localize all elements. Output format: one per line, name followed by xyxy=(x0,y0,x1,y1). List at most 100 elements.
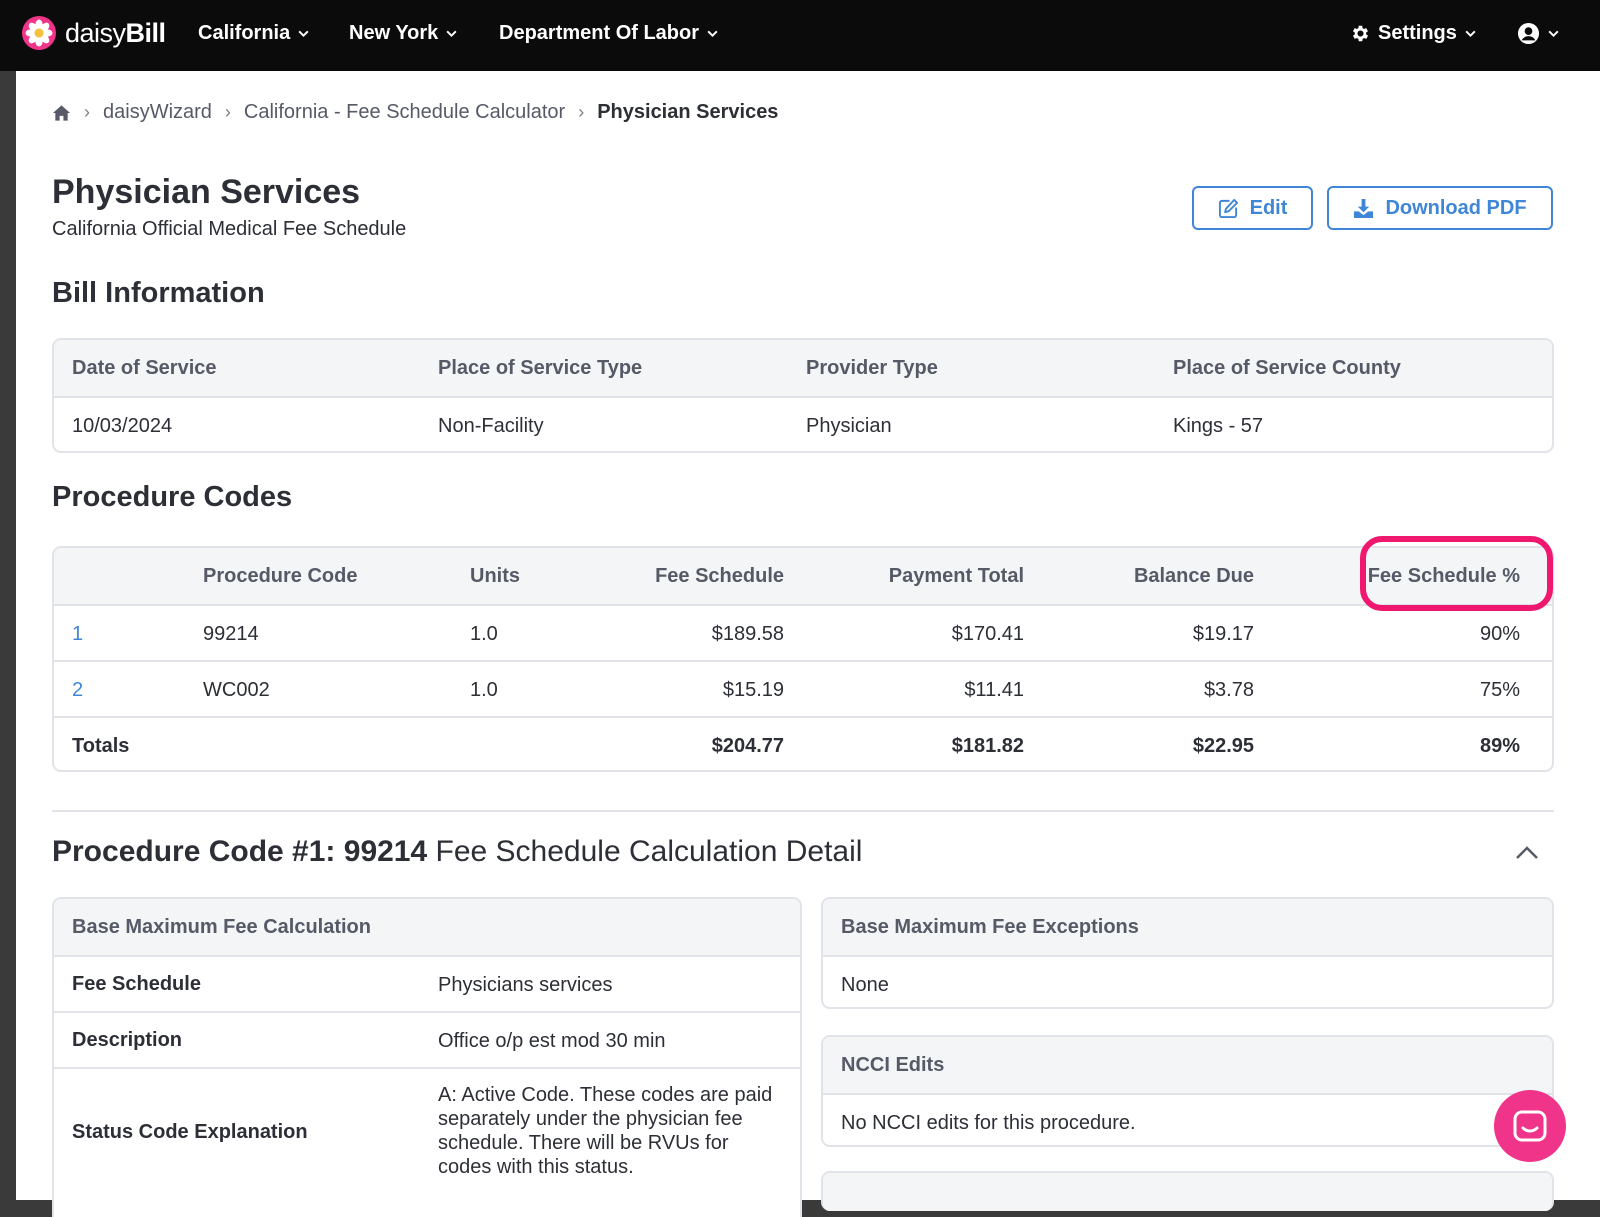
kv-value: Office o/p est mod 30 min xyxy=(438,1030,666,1052)
col-provider-type: Provider Type xyxy=(806,357,938,379)
date-of-service-value: 10/03/2024 xyxy=(72,415,173,437)
units-value: 1.0 xyxy=(470,623,498,645)
fee-schedule-percent-value: 75% xyxy=(1479,679,1520,701)
total-balance-due: $22.95 xyxy=(1192,735,1254,757)
col-fee-schedule: Fee Schedule xyxy=(655,565,784,587)
top-navbar: daisyBill California New York Department… xyxy=(0,0,1600,71)
card-body: None xyxy=(823,955,1552,1007)
download-icon xyxy=(1354,198,1374,218)
chevron-down-icon xyxy=(1465,30,1476,38)
home-icon[interactable] xyxy=(52,104,71,122)
balance-due-value: $3.78 xyxy=(1203,679,1254,701)
procedure-codes-table: Procedure Code Units Fee Schedule Paymen… xyxy=(52,546,1554,772)
breadcrumb-current: Physician Services xyxy=(597,101,779,123)
highlight-ring xyxy=(1360,536,1553,611)
place-of-service-county-value: Kings - 57 xyxy=(1173,415,1264,437)
user-menu[interactable] xyxy=(1517,22,1560,45)
ncci-value: No NCCI edits for this procedure. xyxy=(841,1112,1136,1134)
total-payment: $181.82 xyxy=(951,735,1024,757)
card-header: Base Maximum Fee Exceptions xyxy=(823,899,1552,955)
page-title: Physician Services xyxy=(52,173,361,211)
page-subtitle: California Official Medical Fee Schedule xyxy=(52,218,407,240)
card-title: NCCI Edits xyxy=(841,1054,945,1076)
settings-menu[interactable]: Settings xyxy=(1350,22,1477,45)
col-procedure-code: Procedure Code xyxy=(203,565,358,587)
calculation-detail-title: Procedure Code #1: 99214 Fee Schedule Ca… xyxy=(52,835,863,868)
user-circle-icon xyxy=(1517,22,1540,45)
section-divider xyxy=(52,810,1554,812)
nav-new-york-label: New York xyxy=(349,22,439,44)
base-max-fee-exceptions-card: Base Maximum Fee Exceptions None xyxy=(821,897,1554,1009)
table-header-row: Date of Service Place of Service Type Pr… xyxy=(54,340,1552,396)
fee-schedule-percent-value: 90% xyxy=(1479,623,1520,645)
bill-information-title: Bill Information xyxy=(52,277,265,309)
logo-text: daisyBill xyxy=(65,17,166,48)
breadcrumb-daisywizard[interactable]: daisyWizard xyxy=(103,101,212,124)
kv-key: Status Code Explanation xyxy=(72,1121,308,1143)
col-balance-due: Balance Due xyxy=(1133,565,1254,587)
kv-row: Fee Schedule Physicians services xyxy=(54,955,800,1011)
total-fee-schedule-percent: 89% xyxy=(1479,735,1520,757)
logo[interactable]: daisyBill xyxy=(22,16,166,50)
totals-label: Totals xyxy=(72,735,130,757)
settings-label: Settings xyxy=(1378,22,1457,44)
kv-key: Fee Schedule xyxy=(72,973,201,995)
chevron-right-icon: › xyxy=(578,102,585,122)
card-header: Base Maximum Fee Calculation xyxy=(54,899,800,955)
col-payment-total: Payment Total xyxy=(888,565,1024,587)
exceptions-value: None xyxy=(841,974,889,996)
units-value: 1.0 xyxy=(470,679,498,701)
chevron-up-icon[interactable] xyxy=(1514,843,1540,863)
card-header: NCCI Edits xyxy=(823,1037,1552,1093)
nav-california[interactable]: California xyxy=(198,22,310,45)
chevron-down-icon xyxy=(446,30,457,38)
payment-total-value: $11.41 xyxy=(964,679,1024,701)
col-units: Units xyxy=(470,565,520,587)
card-header xyxy=(823,1173,1552,1211)
chat-icon xyxy=(1513,1110,1547,1142)
nav-department-of-labor[interactable]: Department Of Labor xyxy=(499,22,719,45)
nav-department-of-labor-label: Department Of Labor xyxy=(499,22,700,44)
breadcrumb-fee-schedule-calculator[interactable]: California - Fee Schedule Calculator xyxy=(244,101,565,124)
nav-california-label: California xyxy=(198,22,291,44)
table-row: 10/03/2024 Non-Facility Physician Kings … xyxy=(54,396,1552,451)
provider-type-value: Physician xyxy=(806,415,892,437)
card-body: No NCCI edits for this procedure. xyxy=(823,1093,1552,1145)
chevron-down-icon xyxy=(707,30,718,38)
next-card xyxy=(821,1171,1554,1211)
balance-due-value: $19.17 xyxy=(1192,623,1254,645)
kv-row: Status Code Explanation A: Active Code. … xyxy=(54,1067,800,1217)
table-row: 1 99214 1.0 $189.58 $170.41 $19.17 90% xyxy=(54,604,1552,660)
chevron-down-icon xyxy=(1548,30,1559,38)
procedure-code-value: WC002 xyxy=(203,679,270,701)
daisy-logo-icon xyxy=(22,16,56,50)
chevron-right-icon: › xyxy=(84,102,90,122)
col-place-of-service-county: Place of Service County xyxy=(1173,357,1401,379)
fee-schedule-value: $189.58 xyxy=(711,623,784,645)
procedure-link-2[interactable]: 2 xyxy=(72,662,83,718)
edit-icon xyxy=(1218,198,1238,218)
chat-launcher-button[interactable] xyxy=(1494,1090,1566,1162)
totals-row: Totals $204.77 $181.82 $22.95 89% xyxy=(54,716,1552,770)
fee-schedule-value: $15.19 xyxy=(722,679,784,701)
chevron-down-icon xyxy=(298,30,309,38)
breadcrumb: › daisyWizard › California - Fee Schedul… xyxy=(52,101,778,124)
kv-key: Description xyxy=(72,1029,183,1051)
gear-icon xyxy=(1352,25,1369,42)
edit-button-label: Edit xyxy=(1249,196,1288,219)
total-fee-schedule: $204.77 xyxy=(711,735,784,757)
download-pdf-label: Download PDF xyxy=(1385,196,1527,219)
edit-button[interactable]: Edit xyxy=(1192,186,1313,230)
bill-information-table: Date of Service Place of Service Type Pr… xyxy=(52,338,1554,453)
col-place-of-service-type: Place of Service Type xyxy=(438,357,643,379)
nav-new-york[interactable]: New York xyxy=(349,22,458,45)
download-pdf-button[interactable]: Download PDF xyxy=(1327,186,1553,230)
card-title: Base Maximum Fee Exceptions xyxy=(841,916,1139,938)
procedure-codes-title: Procedure Codes xyxy=(52,481,293,513)
place-of-service-type-value: Non-Facility xyxy=(438,415,544,437)
kv-row: Description Office o/p est mod 30 min xyxy=(54,1011,800,1067)
base-max-fee-calculation-card: Base Maximum Fee Calculation Fee Schedul… xyxy=(52,897,802,1217)
procedure-link-1[interactable]: 1 xyxy=(72,606,83,662)
col-date-of-service: Date of Service xyxy=(72,357,217,379)
procedure-code-value: 99214 xyxy=(203,623,259,645)
